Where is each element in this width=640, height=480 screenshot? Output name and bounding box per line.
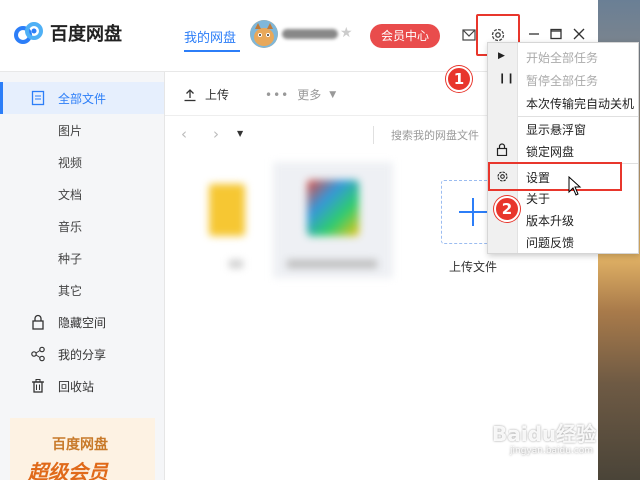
blurred-file-name <box>287 260 377 268</box>
sidebar-item-label: 其它 <box>58 283 83 298</box>
menu-item-feedback[interactable]: 问题反馈 <box>526 234 574 251</box>
upload-button[interactable]: 上传 <box>183 86 229 103</box>
sidebar-item-hidden-space[interactable]: 隐藏空间 <box>0 306 164 338</box>
vip-star-icon: ★ <box>340 25 353 41</box>
upload-label: 上传 <box>205 88 230 102</box>
minimize-icon[interactable] <box>528 28 540 40</box>
sidebar-item-torrents[interactable]: 种子 <box>0 242 164 274</box>
avatar[interactable] <box>250 20 278 48</box>
menu-item-version-upgrade[interactable]: 版本升级 <box>526 212 574 229</box>
history-dropdown-icon[interactable]: ▼ <box>237 129 243 138</box>
username-blurred <box>282 29 338 39</box>
share-icon <box>31 346 45 362</box>
sidebar-item-label: 回收站 <box>58 379 95 394</box>
more-label: 更多 <box>297 88 322 102</box>
sidebar-item-label: 音乐 <box>58 219 83 234</box>
sidebar-item-videos[interactable]: 视频 <box>0 146 164 178</box>
watermark-brand: Baidu经验 <box>492 422 597 446</box>
avatar-icon <box>250 20 278 48</box>
sidebar-item-label: 我的分享 <box>58 347 107 362</box>
menu-item-about[interactable]: 关于 <box>526 190 550 207</box>
sidebar-item-label: 文档 <box>58 187 83 202</box>
app-title: 百度网盘 <box>50 24 122 45</box>
sidebar-item-images[interactable]: 图片 <box>0 114 164 146</box>
menu-item-start-all[interactable]: 开始全部任务 <box>526 49 598 66</box>
sidebar-item-music[interactable]: 音乐 <box>0 210 164 242</box>
promo-subtitle: 超级会员 <box>28 460 108 480</box>
menu-separator <box>518 116 638 117</box>
close-icon[interactable] <box>573 28 585 40</box>
maximize-icon[interactable] <box>550 28 562 40</box>
promo-banner[interactable]: 百度网盘 超级会员 <box>10 418 155 480</box>
sidebar: 全部文件 图片 视频 文档 音乐 种子 其它 隐藏空间 我的分享 回收站 百度网… <box>0 72 165 480</box>
sidebar-item-other[interactable]: 其它 <box>0 274 164 306</box>
upload-icon <box>184 88 196 101</box>
more-dots-icon: ••• <box>265 87 290 102</box>
search-input[interactable]: 搜索我的网盘文件 <box>391 127 479 143</box>
sidebar-item-label: 图片 <box>58 123 83 138</box>
blurred-app-icon <box>307 180 359 236</box>
chevron-down-icon: ▼ <box>329 89 337 100</box>
mouse-cursor-icon <box>568 176 582 196</box>
sidebar-item-label: 全部文件 <box>58 91 107 106</box>
back-arrow-icon[interactable]: ‹ <box>181 125 187 143</box>
watermark-url: jingyan.baidu.com <box>510 446 594 456</box>
pause-icon: ❙❙ <box>498 73 515 84</box>
promo-title: 百度网盘 <box>52 437 108 453</box>
sidebar-item-label: 隐藏空间 <box>58 315 107 330</box>
tab-my-netdisk[interactable]: 我的网盘 <box>184 27 236 46</box>
trash-icon <box>32 379 44 393</box>
settings-highlight-box <box>488 162 622 191</box>
menu-item-auto-shutdown[interactable]: 本次传输完自动关机 <box>526 95 634 112</box>
menu-item-lock-netdisk[interactable]: 锁定网盘 <box>526 143 574 160</box>
divider <box>373 126 374 144</box>
file-icon <box>31 90 45 106</box>
sidebar-item-label: 种子 <box>58 251 83 266</box>
plus-icon <box>459 198 487 226</box>
blurred-file-thumbnail[interactable] <box>209 184 245 236</box>
mail-icon[interactable] <box>462 29 476 41</box>
annotation-badge-2: 2 <box>494 196 520 222</box>
annotation-badge-1: 1 <box>446 66 472 92</box>
blurred-file-name <box>229 260 243 268</box>
sidebar-item-recycle-bin[interactable]: 回收站 <box>0 370 164 402</box>
vip-center-button[interactable]: 会员中心 <box>370 24 440 48</box>
menu-item-floating-window[interactable]: 显示悬浮窗 <box>526 121 586 138</box>
forward-arrow-icon[interactable]: › <box>213 125 219 143</box>
more-button[interactable]: ••• 更多 ▼ <box>265 86 336 103</box>
sidebar-item-documents[interactable]: 文档 <box>0 178 164 210</box>
play-icon: ▶ <box>498 51 505 61</box>
upload-file-caption: 上传文件 <box>448 260 497 274</box>
sidebar-item-all-files[interactable]: 全部文件 <box>0 82 164 114</box>
app-logo[interactable]: 百度网盘 <box>14 20 122 46</box>
settings-dropdown-menu: ▶ ❙❙ 开始全部任务 暂停全部任务 本次传输完自动关机 显示悬浮窗 锁定网盘 … <box>487 42 639 254</box>
lock-icon <box>32 314 44 330</box>
menu-item-pause-all[interactable]: 暂停全部任务 <box>526 72 598 89</box>
lock-icon <box>496 143 508 156</box>
baidu-netdisk-logo-icon <box>14 22 43 44</box>
sidebar-item-label: 视频 <box>58 155 83 170</box>
active-tab-indicator <box>184 50 240 52</box>
sidebar-item-my-shares[interactable]: 我的分享 <box>0 338 164 370</box>
gear-icon <box>491 28 505 42</box>
